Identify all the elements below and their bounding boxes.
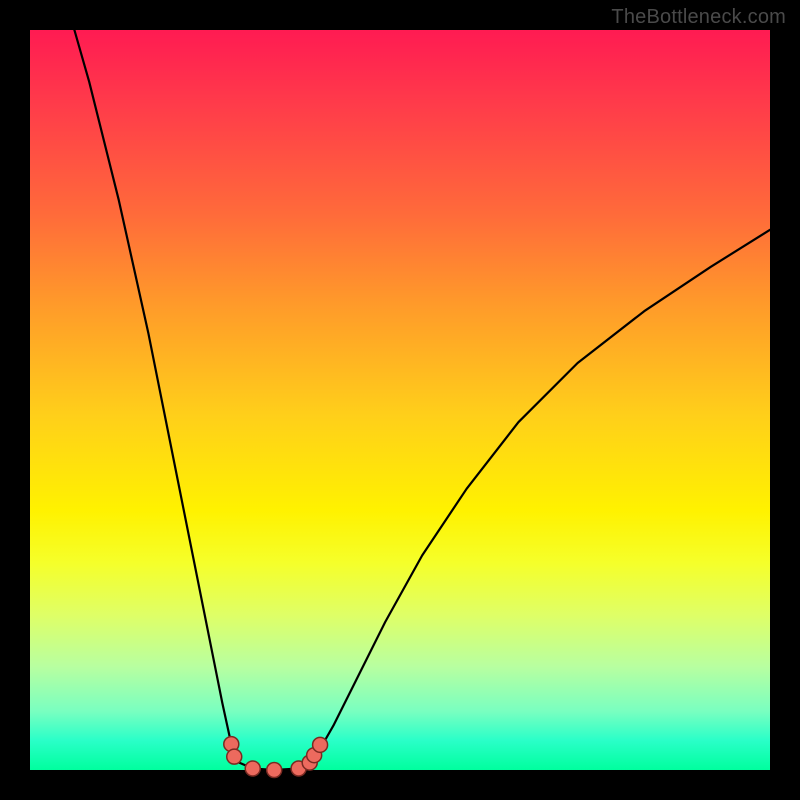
bottleneck-chart (0, 0, 800, 800)
data-marker (267, 763, 282, 778)
data-marker (245, 761, 260, 776)
data-marker (313, 737, 328, 752)
data-marker (227, 749, 242, 764)
bottleneck-curve (74, 30, 770, 770)
